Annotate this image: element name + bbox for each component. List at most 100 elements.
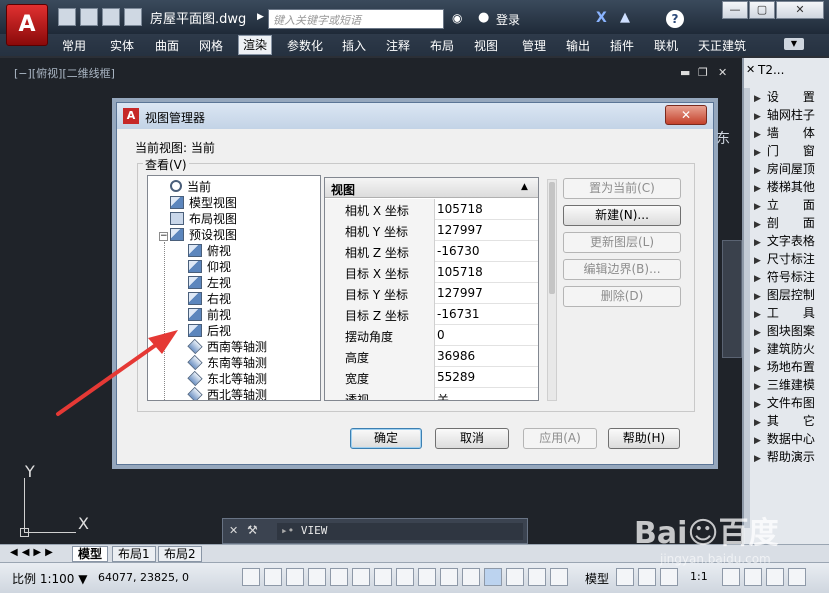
property-row[interactable]: 摆动角度 0 <box>325 325 538 346</box>
cancel-button[interactable]: 取消 <box>435 428 509 449</box>
tree-item-right[interactable]: 右视 <box>188 290 231 306</box>
annotation-monitor-icon[interactable] <box>550 568 568 586</box>
palette-item[interactable]: ▶ 场地布置 <box>754 358 829 375</box>
exchange-icon[interactable]: X <box>596 10 607 26</box>
palette-item[interactable]: ▶ 三维建模 <box>754 376 829 393</box>
tree-item-layout-views[interactable]: 布局视图 <box>170 210 237 226</box>
model-space-button[interactable]: 模型 <box>585 570 609 587</box>
property-row[interactable]: 高度 36986 <box>325 346 538 367</box>
palette-close-icon[interactable]: ✕ <box>746 63 755 76</box>
palette-item[interactable]: ▶ 房间屋顶 <box>754 160 829 177</box>
tree-item-se-iso[interactable]: 东南等轴测 <box>187 354 267 370</box>
user-icon[interactable]: ● <box>478 10 489 25</box>
open-file-icon[interactable] <box>80 8 98 26</box>
command-input[interactable]: ▸• VIEW <box>277 523 523 540</box>
properties-header[interactable]: 视图 ▲ <box>325 178 538 198</box>
palette-item[interactable]: ▶ 门 窗 <box>754 142 829 159</box>
otrack-icon[interactable] <box>396 568 414 586</box>
tab-layout2[interactable]: 布局2 <box>158 546 202 562</box>
wrench-icon[interactable]: ⚒ <box>247 523 258 537</box>
binoculars-icon[interactable]: ◉ <box>452 11 462 25</box>
dialog-close-button[interactable]: ✕ <box>665 105 707 125</box>
infer-constraints-icon[interactable] <box>242 568 260 586</box>
properties-scrollbar[interactable] <box>547 179 557 401</box>
clean-screen-icon[interactable] <box>788 568 806 586</box>
navigation-bar[interactable] <box>722 240 742 358</box>
viewport-minimize-icon[interactable]: ▬ <box>680 66 694 79</box>
lineweight-icon[interactable] <box>462 568 480 586</box>
palette-item[interactable]: ▶ 尺寸标注 <box>754 250 829 267</box>
palette-item[interactable]: ▶ 楼梯其他 <box>754 178 829 195</box>
dialog-title-bar[interactable]: A 视图管理器 ✕ <box>117 103 713 129</box>
palette-item[interactable]: ▶ 立 面 <box>754 196 829 213</box>
snap-icon[interactable] <box>264 568 282 586</box>
search-expand-icon[interactable]: ▶ <box>257 12 264 22</box>
new-file-icon[interactable] <box>58 8 76 26</box>
tree-item-current[interactable]: 当前 <box>170 178 211 194</box>
ducs-icon[interactable] <box>418 568 436 586</box>
login-button[interactable]: 登录 <box>496 11 520 28</box>
ribbon-tab-manage[interactable]: 管理 <box>522 37 546 54</box>
grid-icon[interactable] <box>286 568 304 586</box>
ribbon-tab-online[interactable]: 联机 <box>654 37 678 54</box>
view-properties-grid[interactable]: 视图 ▲ 相机 X 坐标 105718 相机 Y 坐标 127997 相机 Z 坐标… <box>324 177 539 401</box>
palette-item[interactable]: ▶ 文字表格 <box>754 232 829 249</box>
lock-icon[interactable] <box>766 568 784 586</box>
ortho-icon[interactable] <box>308 568 326 586</box>
restore-button[interactable]: ▢ <box>749 1 775 19</box>
ribbon-tab-home[interactable]: 常用 <box>62 37 86 54</box>
lightbulb-icon[interactable] <box>744 568 762 586</box>
annotation-scale-value[interactable]: 1:1 <box>690 570 708 583</box>
palette-item[interactable]: ▶ 帮助演示 <box>754 448 829 465</box>
tree-item-preset-views[interactable]: 预设视图 <box>170 226 237 242</box>
tree-collapse-icon[interactable]: − <box>159 232 168 241</box>
palette-item[interactable]: ▶ 建筑防火 <box>754 340 829 357</box>
apply-button[interactable]: 应用(A) <box>523 428 597 449</box>
tab-model[interactable]: 模型 <box>72 546 109 562</box>
tab-layout1[interactable]: 布局1 <box>112 546 156 562</box>
cmd-close-icon[interactable]: ✕ <box>229 524 238 537</box>
palette-item[interactable]: ▶ 墙 体 <box>754 124 829 141</box>
tree-item-left[interactable]: 左视 <box>188 274 231 290</box>
dyn-icon[interactable] <box>440 568 458 586</box>
quick-view-drawings-icon[interactable] <box>638 568 656 586</box>
palette-item[interactable]: ▶ 剖 面 <box>754 214 829 231</box>
palette-item[interactable]: ▶ 符号标注 <box>754 268 829 285</box>
property-row[interactable]: 目标 Y 坐标 127997 <box>325 283 538 304</box>
edit-boundaries-button[interactable]: 编辑边界(B)... <box>563 259 681 280</box>
palette-item[interactable]: ▶ 图块图案 <box>754 322 829 339</box>
views-tree[interactable]: − 当前 模型视图 布局视图 预设视图 俯视 仰视 左视 右视 前视 后视 西南… <box>147 175 321 401</box>
ribbon-tab-solid[interactable]: 实体 <box>110 37 134 54</box>
set-current-button[interactable]: 置为当前(C) <box>563 178 681 199</box>
ribbon-tab-mesh[interactable]: 网格 <box>199 37 223 54</box>
property-row[interactable]: 目标 Z 坐标 -16731 <box>325 304 538 325</box>
workspace-icon[interactable] <box>722 568 740 586</box>
collapse-up-icon[interactable]: ▲ <box>521 182 528 192</box>
palette-item[interactable]: ▶ 数据中心 <box>754 430 829 447</box>
palette-item[interactable]: ▶ 图层控制 <box>754 286 829 303</box>
polar-icon[interactable] <box>330 568 348 586</box>
ribbon-minimize-icon[interactable]: ▼ <box>784 38 804 50</box>
tree-item-model-views[interactable]: 模型视图 <box>170 194 237 210</box>
tree-item-top[interactable]: 俯视 <box>188 242 231 258</box>
tree-item-bottom[interactable]: 仰视 <box>188 258 231 274</box>
palette-scrollbar[interactable] <box>744 88 750 528</box>
minimize-button[interactable]: — <box>722 1 748 19</box>
layout-nav-arrows-icon[interactable]: ◀◀▶▶ <box>10 547 57 558</box>
viewport-restore-icon[interactable]: ❐ <box>698 66 712 79</box>
ok-button[interactable]: 确定 <box>350 428 422 449</box>
new-view-button[interactable]: 新建(N)... <box>563 205 681 226</box>
scale-dropdown[interactable]: 比例 1:100 ▼ <box>12 570 87 587</box>
3d-osnap-icon[interactable] <box>374 568 392 586</box>
autodesk-icon[interactable]: ▲ <box>620 10 630 25</box>
property-row[interactable]: 目标 X 坐标 105718 <box>325 262 538 283</box>
palette-item[interactable]: ▶ 文件布图 <box>754 394 829 411</box>
tree-item-ne-iso[interactable]: 东北等轴测 <box>187 370 267 386</box>
viewcube-east-label[interactable]: 东 <box>716 128 730 148</box>
delete-button[interactable]: 删除(D) <box>563 286 681 307</box>
ribbon-tab-annotate[interactable]: 注释 <box>386 37 410 54</box>
help-button[interactable]: 帮助(H) <box>608 428 680 449</box>
annotation-scale-icon[interactable] <box>660 568 678 586</box>
close-button[interactable]: ✕ <box>776 1 824 19</box>
property-row[interactable]: 相机 X 坐标 105718 <box>325 199 538 220</box>
